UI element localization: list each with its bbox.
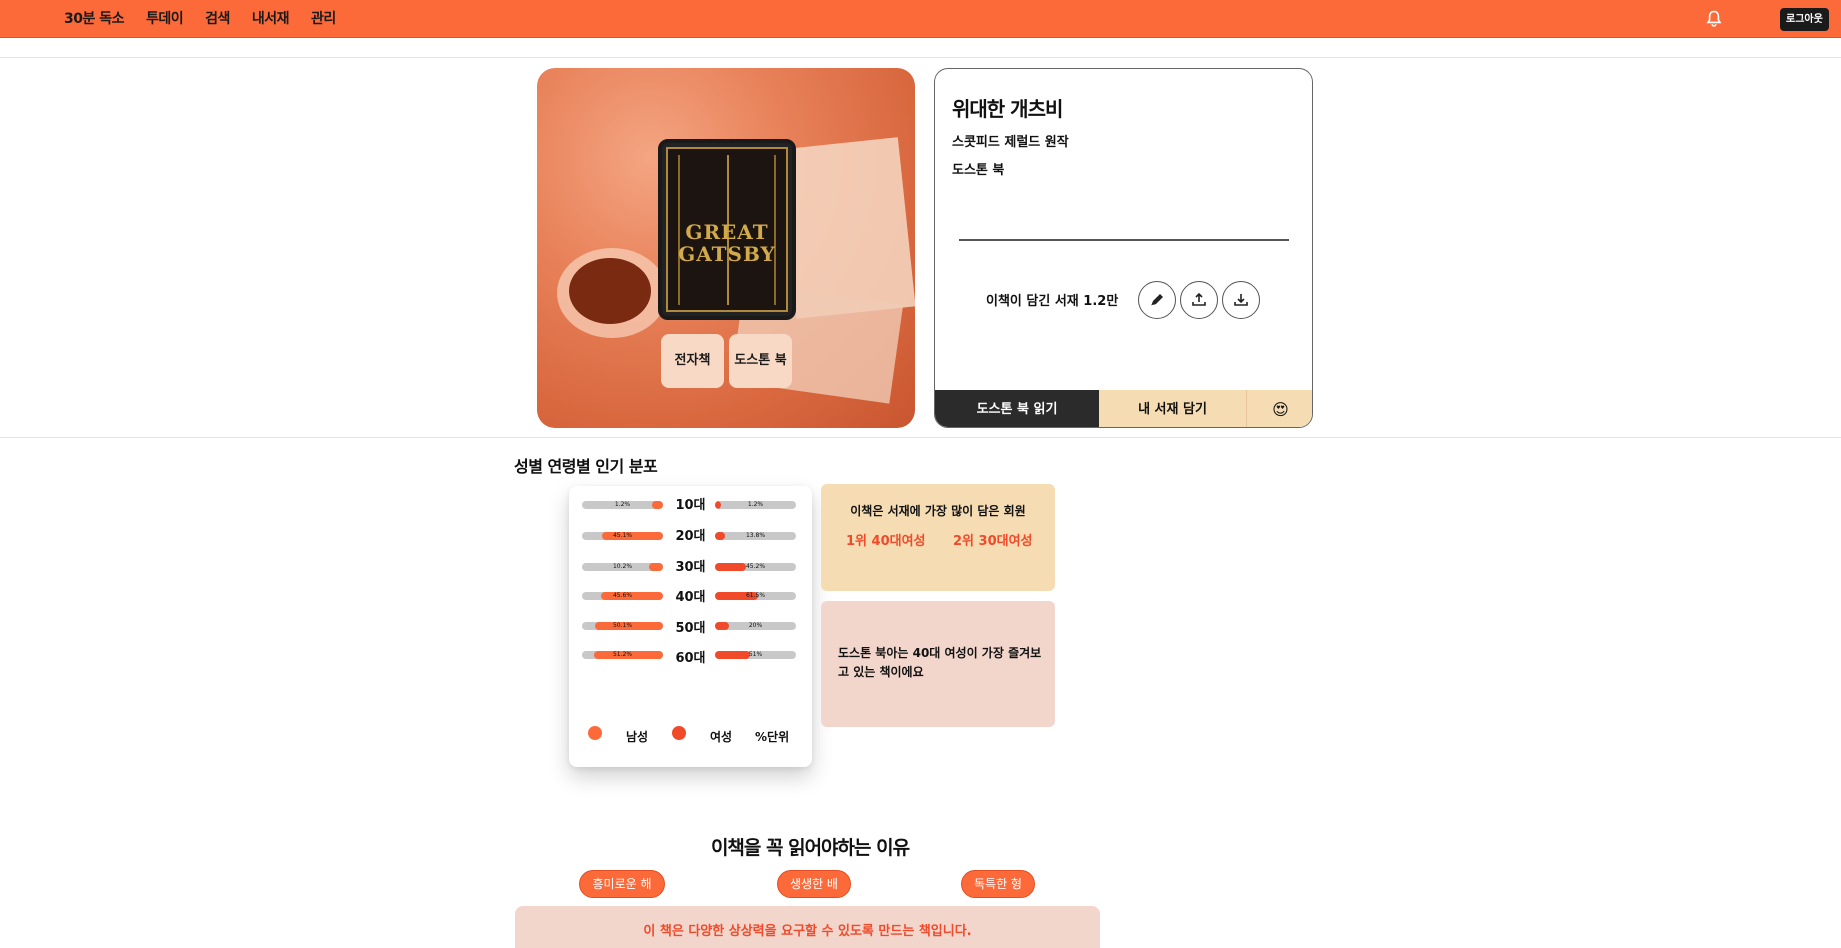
format-chip-publisher[interactable]: 도스톤 북 bbox=[729, 334, 792, 388]
female-bar-value: 1.2% bbox=[747, 501, 764, 508]
distribution-row: 10.2% 30대 45.2% bbox=[569, 558, 812, 578]
book-cover-image[interactable]: GREAT GATSBY bbox=[658, 139, 796, 320]
top-readers-box: 이책은 서재에 가장 많이 담은 회원 1위 40대여성 2위 30대여성 bbox=[821, 484, 1055, 591]
reasons-title: 이책을 꼭 읽어야하는 이유 bbox=[710, 837, 910, 859]
format-chip-ebook[interactable]: 전자책 bbox=[661, 334, 724, 388]
female-legend-label: 여성 bbox=[710, 730, 733, 744]
distribution-chart-card: 1.2% 10대 1.2% 45.1% 20대 13.8% 10.2% 30대 45.2% 45.… bbox=[569, 486, 812, 767]
distribution-row: 51.2% 60대 51% bbox=[569, 646, 812, 666]
female-bar-value: 61.5% bbox=[745, 592, 766, 599]
pen-icon bbox=[1150, 294, 1163, 307]
cover-title: GREAT GATSBY bbox=[678, 220, 776, 266]
background-coffee bbox=[569, 258, 651, 324]
female-bar: 13.8% bbox=[715, 532, 796, 540]
book-author: 스콧피드 제럴드 원작 bbox=[952, 135, 1069, 150]
reader-note-text: 도스톤 북아는 40대 여성이 가장 즐겨보고 있는 책이에요 bbox=[838, 646, 1042, 679]
nav-item-search[interactable]: 검색 bbox=[205, 8, 230, 28]
book-info-card: 위대한 개츠비 스콧피드 제럴드 원작 도스톤 북 이책이 담긴 서재 1.2만… bbox=[934, 68, 1313, 428]
reason-tag[interactable]: 독특한 형식 bbox=[961, 870, 1035, 917]
reason-tag[interactable]: 생생한 배경 bbox=[777, 870, 851, 917]
read-book-button[interactable]: 도스톤 북 읽기 bbox=[935, 390, 1099, 427]
nav-item-today[interactable]: 투데이 bbox=[146, 8, 184, 28]
book-publisher: 도스톤 북 bbox=[952, 163, 1005, 178]
main-nav: 30분 독소 투데이 검색 내서재 관리 bbox=[64, 8, 336, 28]
nav-item-my-library[interactable]: 내서재 bbox=[252, 8, 290, 28]
reader-note-box: 도스톤 북아는 40대 여성이 가장 즐겨보고 있는 책이에요 bbox=[821, 601, 1055, 727]
male-legend-label: 남성 bbox=[626, 730, 649, 744]
shelf-count: 이책이 담긴 서재 1.2만 bbox=[986, 294, 1119, 309]
divider-line bbox=[0, 437, 1841, 438]
top-reader-rank-2: 2위 30대여성 bbox=[953, 534, 1033, 549]
download-button[interactable] bbox=[1222, 281, 1260, 319]
top-readers-title: 이책은 서재에 가장 많이 담은 회원 bbox=[850, 504, 1026, 518]
logout-button[interactable]: 로그아웃 bbox=[1780, 8, 1829, 31]
distribution-row: 50.1% 50대 20% bbox=[569, 617, 812, 637]
nav-item-home[interactable]: 30분 독소 bbox=[64, 8, 125, 28]
female-bar-value: 45.2% bbox=[745, 563, 766, 570]
book-title: 위대한 개츠비 bbox=[952, 97, 1063, 121]
add-to-shelf-button[interactable]: 내 서재 담기 bbox=[1099, 390, 1247, 427]
female-bar: 45.2% bbox=[715, 563, 796, 571]
download-icon bbox=[1234, 294, 1248, 306]
distribution-row: 45.1% 20대 13.8% bbox=[569, 527, 812, 547]
distribution-title: 성별 연령별 인기 분포 bbox=[514, 457, 658, 476]
book-cover-frame: GREAT GATSBY bbox=[666, 147, 788, 312]
female-bar: 1.2% bbox=[715, 501, 796, 509]
divider-line bbox=[0, 57, 1841, 58]
reason-text: 이 책은 다양한 상상력을 요구할 수 있도록 만드는 책입니다. bbox=[643, 924, 972, 939]
female-bar: 61.5% bbox=[715, 592, 796, 600]
nav-item-manage[interactable]: 관리 bbox=[311, 8, 336, 28]
bell-icon[interactable] bbox=[1706, 10, 1722, 28]
reaction-button[interactable]: 😍 bbox=[1247, 390, 1312, 427]
heart-eyes-icon: 😍 bbox=[1272, 400, 1289, 419]
female-legend-dot bbox=[672, 726, 686, 740]
unit-label: %단위 bbox=[755, 730, 790, 744]
reason-tag[interactable]: 흥미로운 해설 bbox=[579, 870, 665, 917]
top-nav-bar: 30분 독소 투데이 검색 내서재 관리 로그아웃 bbox=[0, 0, 1841, 38]
male-legend-dot bbox=[588, 726, 602, 740]
info-divider bbox=[959, 239, 1289, 241]
female-bar: 51% bbox=[715, 651, 796, 659]
distribution-row: 45.6% 40대 61.5% bbox=[569, 587, 812, 607]
write-review-button[interactable] bbox=[1138, 281, 1176, 319]
female-bar-value: 13.8% bbox=[745, 532, 766, 539]
female-bar: 20% bbox=[715, 622, 796, 630]
female-bar-value: 51% bbox=[748, 651, 763, 658]
reason-text-box: 이 책은 다양한 상상력을 요구할 수 있도록 만드는 책입니다. bbox=[515, 906, 1100, 948]
top-reader-rank-1: 1위 40대여성 bbox=[846, 534, 926, 549]
share-button[interactable] bbox=[1180, 281, 1218, 319]
female-bar-value: 20% bbox=[748, 622, 763, 629]
upload-icon bbox=[1192, 292, 1206, 306]
distribution-row: 1.2% 10대 1.2% bbox=[569, 496, 812, 516]
book-cover-panel: GREAT GATSBY 전자책 도스톤 북 bbox=[537, 68, 915, 428]
